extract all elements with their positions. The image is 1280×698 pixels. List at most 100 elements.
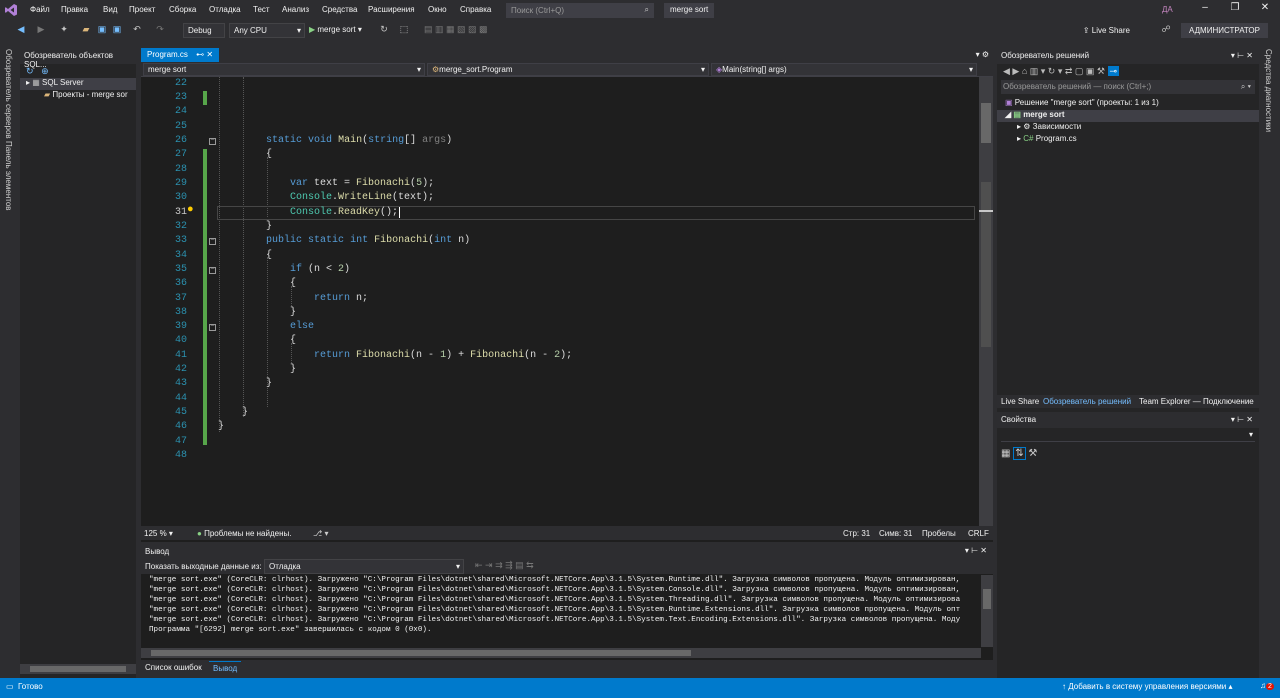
properties-object-select[interactable]: ▾	[1001, 430, 1255, 442]
menu-tools[interactable]: Средства	[322, 5, 357, 14]
feedback-icon[interactable]: ☍	[1160, 24, 1172, 38]
add-server-icon[interactable]: ⊕	[41, 66, 49, 76]
scroll-thumb[interactable]	[151, 650, 691, 656]
solution-search-input[interactable]: Обозреватель решений — поиск (Ctrl+;) ⌕ ▾	[1001, 80, 1255, 94]
fold-toggle-icon[interactable]: −	[209, 238, 216, 245]
tree-item-sql-server[interactable]: ▸ ▦ SQL Server	[20, 78, 136, 90]
minimize-icon[interactable]: –	[1190, 2, 1220, 18]
code-text: (n -	[410, 350, 441, 361]
problems-indicator[interactable]: ● Проблемы не найдены.	[197, 529, 291, 538]
panel-window-controls[interactable]: ▾ ⊢ ✕	[1231, 51, 1253, 60]
type-dropdown[interactable]: ⚙merge_sort.Program ▾	[427, 63, 709, 76]
categorized-icon[interactable]: ▦	[1001, 448, 1010, 459]
screenshot-icon[interactable]: ⬚	[398, 24, 410, 38]
output-actions-icon[interactable]: ⇤ ⇥ ⇉ ⇶ ▤ ⇆	[475, 560, 534, 571]
restore-icon[interactable]: ❐	[1220, 2, 1250, 18]
platform-select[interactable]: Any CPU ▾	[229, 23, 305, 38]
expand-arrow-icon[interactable]: ◢	[1005, 110, 1011, 119]
object-explorer-toolbar: ↻ ⊕	[20, 64, 136, 78]
pin-icon[interactable]: ⊷	[196, 50, 204, 59]
scroll-thumb[interactable]	[983, 589, 991, 609]
code-area[interactable]: 22 23 24 25 26 27 28 29 30 31 32 33 34 3…	[141, 77, 979, 530]
menu-build[interactable]: Сборка	[169, 5, 196, 14]
close-tab-icon[interactable]: ✕	[206, 50, 213, 59]
horizontal-scrollbar[interactable]	[20, 664, 136, 674]
project-dropdown[interactable]: merge sort ▾	[143, 63, 425, 76]
menu-analyze[interactable]: Анализ	[282, 5, 309, 14]
menu-debug[interactable]: Отладка	[209, 5, 241, 14]
tab-error-list[interactable]: Список ошибок	[145, 663, 202, 672]
server-explorer-tab[interactable]: Обозреватель серверов	[4, 49, 13, 139]
menu-file[interactable]: Файл	[30, 5, 50, 14]
tab-output[interactable]: Вывод	[209, 661, 242, 675]
configuration-select[interactable]: Debug	[183, 23, 225, 38]
fold-toggle-icon[interactable]: −	[209, 267, 216, 274]
solution-toolbar-icons[interactable]: ◀ ▶ ⌂ ▥ ▾ ↻ ▾ ⇄ ▢ ▣ ⚒	[1003, 66, 1105, 76]
preview-toggle-icon[interactable]: ⊸	[1107, 66, 1120, 76]
notifications-button[interactable]: ♫ 2	[1260, 681, 1274, 690]
tab-solution-explorer[interactable]: Обозреватель решений	[1043, 397, 1131, 406]
close-icon[interactable]: ✕	[1250, 2, 1280, 18]
output-source-select[interactable]: Отладка ▾	[264, 559, 464, 574]
tab-live-share[interactable]: Live Share	[1001, 397, 1039, 406]
menu-edit[interactable]: Правка	[61, 5, 88, 14]
editor-vertical-scrollbar[interactable]	[979, 77, 993, 530]
line-ending[interactable]: CRLF	[968, 529, 989, 538]
alphabetical-icon[interactable]: ⇅	[1013, 447, 1026, 460]
panel-window-controls[interactable]: ▾ ⊢ ✕	[965, 546, 987, 555]
lightbulb-icon[interactable]: ●	[187, 204, 194, 216]
tree-item-projects[interactable]: ▰ Проекты - merge sor	[20, 90, 136, 102]
line-number: 35	[174, 264, 187, 275]
tab-overflow-icon[interactable]: ▾ ⚙	[976, 50, 989, 59]
tab-program-cs[interactable]: Program.cs ⊷ ✕	[141, 48, 220, 62]
expand-arrow-icon[interactable]: ▸	[26, 78, 30, 87]
save-icon[interactable]: ▣	[96, 24, 108, 38]
panel-window-controls[interactable]: ▾ ⊢ ✕	[1231, 415, 1253, 424]
fold-toggle-icon[interactable]: −	[209, 138, 216, 145]
expand-arrow-icon[interactable]: ▸	[1017, 134, 1021, 143]
tree-item-dependencies[interactable]: ▸ ⚙ Зависимости	[997, 122, 1259, 134]
text-editor-tools[interactable]: ▤ ▥ ▦ ▧ ▨ ▩	[424, 24, 504, 38]
menu-test[interactable]: Тест	[253, 5, 270, 14]
menu-project[interactable]: Проект	[129, 5, 155, 14]
diagnostic-tools-tab[interactable]: Средства диагностики	[1264, 49, 1273, 132]
scroll-thumb[interactable]	[30, 666, 126, 672]
git-actions-icon[interactable]: ⎇ ▾	[313, 529, 328, 538]
tree-item-solution[interactable]: ▣ Решение "merge sort" (проекты: 1 из 1)	[997, 98, 1259, 110]
wrench-icon[interactable]: ⚒	[1028, 448, 1037, 459]
output-horizontal-scrollbar[interactable]	[141, 648, 981, 658]
live-share-button[interactable]: ⇪ Live Share	[1083, 26, 1130, 35]
search-input[interactable]: Поиск (Ctrl+Q) ⌕	[506, 3, 654, 18]
indent-mode[interactable]: Пробелы	[922, 529, 956, 538]
scroll-thumb[interactable]	[981, 182, 991, 347]
toolbox-tab[interactable]: Панель элементов	[4, 141, 13, 211]
menu-help[interactable]: Справка	[460, 5, 491, 14]
tree-item-program-cs[interactable]: ▸ C# Program.cs	[997, 134, 1259, 146]
expand-arrow-icon[interactable]: ▸	[1017, 122, 1021, 131]
menu-extensions[interactable]: Расширения	[368, 5, 415, 14]
back-icon[interactable]: ◀	[14, 24, 28, 38]
scroll-thumb[interactable]	[981, 103, 991, 143]
live-share-label: Live Share	[1091, 26, 1130, 35]
user-avatar[interactable]: ДА	[1162, 5, 1173, 14]
output-vertical-scrollbar[interactable]	[981, 575, 993, 647]
undo-icon[interactable]: ↶	[131, 24, 143, 38]
menu-window[interactable]: Окно	[428, 5, 447, 14]
refresh-icon[interactable]: ↻	[26, 66, 34, 76]
member-dropdown[interactable]: ◈Main(string[] args) ▾	[711, 63, 977, 76]
start-debugging-button[interactable]: ▶ merge sort ▾	[309, 25, 362, 34]
forward-icon[interactable]: ▶	[36, 24, 46, 38]
fold-toggle-icon[interactable]: −	[209, 324, 216, 331]
redo-icon[interactable]: ↷	[154, 24, 166, 38]
save-all-icon[interactable]: ▣	[111, 24, 123, 38]
indent-guide	[291, 343, 292, 363]
open-folder-icon[interactable]: ▰	[80, 24, 92, 38]
tree-item-project[interactable]: ◢ ▤ merge sort	[997, 110, 1259, 122]
menu-view[interactable]: Вид	[103, 5, 117, 14]
zoom-level[interactable]: 125 % ▾	[144, 529, 173, 538]
new-project-icon[interactable]: ✦	[58, 24, 70, 38]
keyword: return	[314, 350, 351, 361]
tab-team-explorer[interactable]: Team Explorer — Подключение	[1139, 397, 1254, 406]
source-control-button[interactable]: ↑ Добавить в систему управления версиями…	[1062, 682, 1233, 691]
refresh-icon[interactable]: ↻	[378, 24, 390, 38]
